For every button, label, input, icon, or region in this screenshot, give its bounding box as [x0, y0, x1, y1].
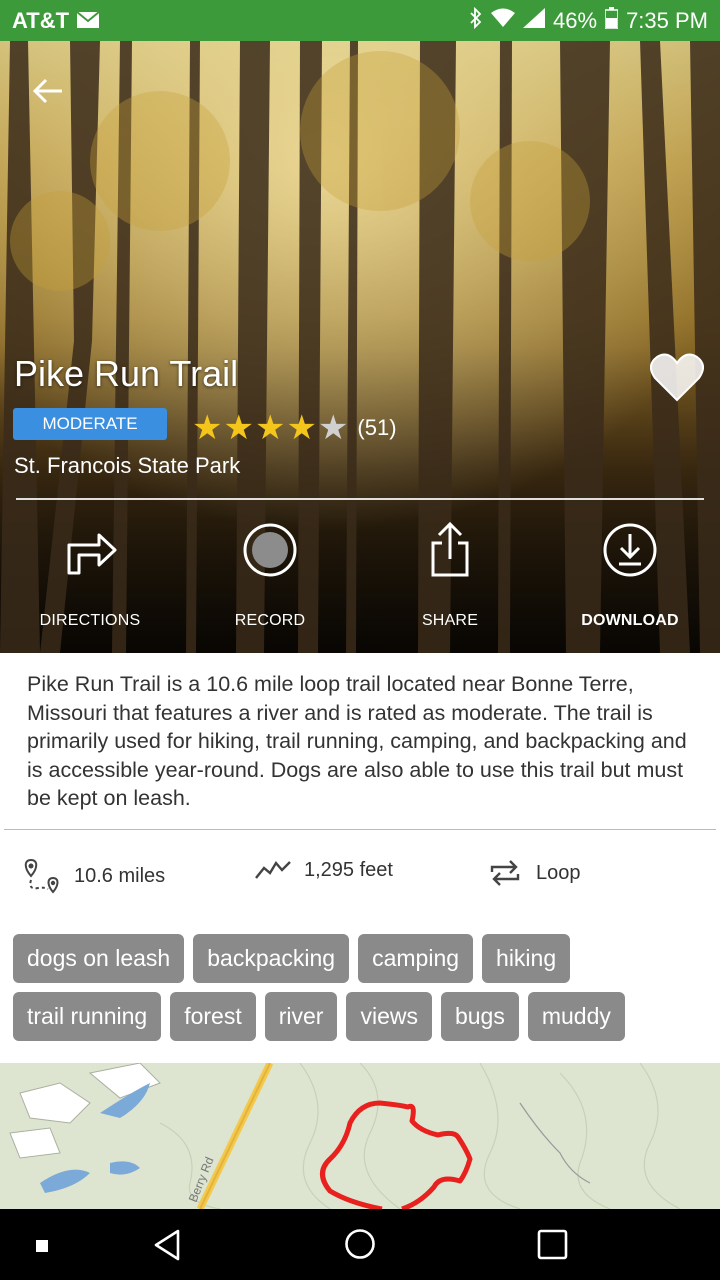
download-label: DOWNLOAD	[581, 612, 679, 629]
triangle-back-icon	[154, 1229, 180, 1261]
status-bar: AT&T 46% 7:35 PM	[0, 0, 720, 41]
arrow-left-icon	[32, 78, 62, 104]
elevation-icon	[255, 860, 291, 879]
directions-label: DIRECTIONS	[39, 612, 141, 629]
map-canvas: Berry Rd	[0, 1063, 720, 1209]
record-button[interactable]: RECORD	[180, 521, 360, 641]
tag[interactable]: bugs	[440, 992, 519, 1041]
tag[interactable]: forest	[170, 992, 256, 1041]
trail-hero: Pike Run Trail MODERATE ★ ★ ★ ★ ★ (51) S…	[0, 41, 720, 653]
star-icon: ★	[286, 409, 317, 447]
download-button[interactable]: DOWNLOAD	[540, 521, 720, 641]
loop-icon	[490, 860, 520, 886]
heart-icon	[650, 353, 704, 402]
star-icon: ★	[223, 409, 254, 447]
back-button[interactable]	[28, 71, 68, 111]
wifi-icon	[491, 8, 516, 34]
system-nav-bar	[0, 1209, 720, 1280]
record-icon	[241, 521, 299, 579]
carrier-label: AT&T	[12, 7, 70, 33]
distance-value: 10.6 miles	[74, 864, 166, 887]
record-label: RECORD	[234, 612, 306, 629]
tag[interactable]: views	[346, 992, 432, 1041]
trail-stats: 10.6 miles 1,295 feet Loop	[0, 858, 720, 898]
route-type-value: Loop	[536, 861, 581, 884]
trail-map[interactable]: Berry Rd	[0, 1063, 720, 1209]
tag-row: trail running forest river views bugs mu…	[13, 992, 713, 1041]
route-type-stat: Loop	[486, 858, 581, 888]
difficulty-badge: MODERATE	[13, 408, 167, 440]
review-count[interactable]: (51)	[357, 415, 396, 441]
tag[interactable]: dogs on leash	[13, 934, 185, 983]
distance-stat: 10.6 miles	[22, 858, 165, 894]
tag[interactable]: muddy	[527, 992, 625, 1041]
battery-icon	[604, 6, 619, 35]
elevation-stat: 1,295 feet	[254, 858, 393, 882]
share-button[interactable]: SHARE	[360, 521, 540, 641]
share-icon	[421, 521, 479, 579]
tag-row: dogs on leash backpacking camping hiking	[13, 934, 713, 983]
park-name[interactable]: St. Francois State Park	[14, 453, 240, 479]
back-nav-button[interactable]	[152, 1229, 182, 1266]
share-label: SHARE	[421, 612, 479, 629]
home-nav-button[interactable]	[344, 1228, 376, 1265]
bluetooth-icon	[469, 6, 483, 35]
directions-button[interactable]: DIRECTIONS	[0, 521, 180, 641]
clock: 7:35 PM	[626, 7, 708, 33]
divider	[4, 829, 716, 830]
trail-name: Pike Run Trail	[14, 353, 239, 394]
mail-icon	[76, 8, 100, 34]
tag[interactable]: backpacking	[193, 934, 350, 983]
square-recents-icon	[537, 1229, 568, 1260]
tag[interactable]: river	[264, 992, 338, 1041]
directions-icon	[61, 521, 119, 579]
star-icon: ★	[254, 409, 286, 447]
action-bar: DIRECTIONS RECORD SHARE DOWNLOAD	[0, 521, 720, 641]
star-empty-icon: ★	[317, 409, 349, 447]
download-icon	[601, 521, 659, 579]
tag[interactable]: hiking	[482, 934, 571, 983]
tag[interactable]: camping	[358, 934, 474, 983]
stop-icon-button[interactable]	[36, 1239, 48, 1257]
elevation-value: 1,295 feet	[304, 858, 393, 881]
signal-icon	[523, 7, 546, 34]
divider	[16, 498, 704, 500]
route-distance-icon	[24, 858, 59, 894]
trail-description: Pike Run Trail is a 10.6 mile loop trail…	[27, 672, 687, 811]
circle-home-icon	[345, 1229, 375, 1259]
star-icon: ★	[192, 409, 223, 447]
favorite-button[interactable]	[650, 353, 704, 403]
battery-level: 46%	[553, 7, 598, 33]
square-small-icon	[36, 1240, 48, 1252]
recents-nav-button[interactable]	[537, 1229, 568, 1265]
trail-tags: dogs on leash backpacking camping hiking…	[13, 934, 713, 1050]
tag[interactable]: trail running	[13, 992, 162, 1041]
rating-stars: ★ ★ ★ ★ ★ (51)	[192, 411, 397, 445]
